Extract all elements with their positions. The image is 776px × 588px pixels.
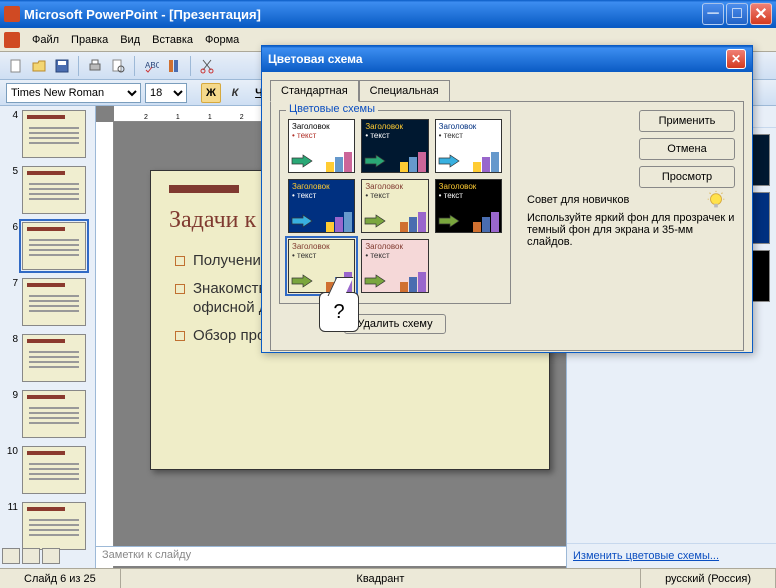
color-scheme-option[interactable]: Заголовок• текст <box>288 179 355 233</box>
lightbulb-icon <box>705 190 727 212</box>
schemes-fieldset: Цветовые схемы Заголовок• текст Заголово… <box>279 110 511 304</box>
slide-thumbnail[interactable]: 5 <box>4 166 91 214</box>
normal-view-button[interactable] <box>2 548 20 564</box>
slideshow-button[interactable] <box>42 548 60 564</box>
color-scheme-option[interactable]: Заголовок• текст <box>435 179 502 233</box>
menu-format[interactable]: Форма <box>199 32 245 48</box>
preview-button[interactable] <box>108 56 128 76</box>
window-title: Microsoft PowerPoint - [Презентация] <box>24 7 700 22</box>
open-button[interactable] <box>29 56 49 76</box>
titlebar: Microsoft PowerPoint - [Презентация] ─ □… <box>0 0 776 28</box>
slide-thumbnail[interactable]: 7 <box>4 278 91 326</box>
color-scheme-option[interactable]: Заголовок• текст <box>288 119 355 173</box>
status-template: Квадрант <box>121 569 641 588</box>
svg-text:ABC: ABC <box>145 61 159 70</box>
menu-edit[interactable]: Правка <box>65 32 114 48</box>
dialog-close-button[interactable]: ✕ <box>726 49 746 69</box>
close-button[interactable]: ✕ <box>750 3 772 25</box>
status-language: русский (Россия) <box>641 569 776 588</box>
dialog-buttons: Применить Отмена Просмотр <box>639 110 735 188</box>
tab-page: Цветовые схемы Заголовок• текст Заголово… <box>270 101 744 351</box>
doc-icon <box>4 32 20 48</box>
spelling-button[interactable]: ABC <box>141 56 161 76</box>
save-button[interactable] <box>52 56 72 76</box>
tab-standard[interactable]: Стандартная <box>270 80 359 102</box>
notes-pane[interactable]: Заметки к слайду <box>96 546 566 566</box>
dialog-tabs: Стандартная Специальная <box>270 80 744 101</box>
slide-thumbnail[interactable]: 6 <box>4 222 91 270</box>
slide-thumbnail[interactable]: 11 <box>4 502 91 550</box>
dialog-titlebar[interactable]: Цветовая схема ✕ <box>262 46 752 72</box>
cancel-button[interactable]: Отмена <box>639 138 735 160</box>
color-scheme-dialog: Цветовая схема ✕ Стандартная Специальная… <box>261 45 753 353</box>
font-name-select[interactable]: Times New Roman <box>6 83 141 103</box>
vertical-ruler <box>96 122 114 568</box>
help-callout[interactable]: ? <box>319 292 359 332</box>
fieldset-legend: Цветовые схемы <box>286 103 378 115</box>
new-button[interactable] <box>6 56 26 76</box>
menu-insert[interactable]: Вставка <box>146 32 199 48</box>
slide-thumbnail[interactable]: 4 <box>4 110 91 158</box>
dialog-title: Цветовая схема <box>268 52 363 66</box>
app-icon <box>4 6 20 22</box>
italic-button[interactable]: К <box>225 83 245 103</box>
apply-button[interactable]: Применить <box>639 110 735 132</box>
slide-panel[interactable]: 4 5 6 7 8 9 10 11 <box>0 106 96 568</box>
preview-button[interactable]: Просмотр <box>639 166 735 188</box>
status-slide-number: Слайд 6 из 25 <box>0 569 121 588</box>
maximize-button[interactable]: □ <box>726 3 748 25</box>
sorter-view-button[interactable] <box>22 548 40 564</box>
color-scheme-option[interactable]: Заголовок• текст <box>361 179 428 233</box>
minimize-button[interactable]: ─ <box>702 3 724 25</box>
font-size-select[interactable]: 18 <box>145 83 187 103</box>
edit-schemes-link[interactable]: Изменить цветовые схемы... <box>567 543 776 568</box>
menu-file[interactable]: Файл <box>26 32 65 48</box>
cut-button[interactable] <box>197 56 217 76</box>
research-button[interactable] <box>164 56 184 76</box>
slide-thumbnail[interactable]: 8 <box>4 334 91 382</box>
tip-body: Используйте яркий фон для прозрачек и те… <box>527 212 737 248</box>
slide-title[interactable]: Задачи к <box>169 207 256 234</box>
color-scheme-option[interactable]: Заголовок• текст <box>361 119 428 173</box>
print-button[interactable] <box>85 56 105 76</box>
color-scheme-option[interactable]: Заголовок• текст <box>361 239 428 293</box>
tip-box: Совет для новичков Используйте яркий фон… <box>527 194 737 248</box>
status-bar: Слайд 6 из 25 Квадрант русский (Россия) <box>0 568 776 588</box>
slide-thumbnail[interactable]: 10 <box>4 446 91 494</box>
menu-view[interactable]: Вид <box>114 32 146 48</box>
slide-thumbnail[interactable]: 9 <box>4 390 91 438</box>
tab-custom[interactable]: Специальная <box>359 80 450 101</box>
slide-accent-bar <box>169 185 239 193</box>
view-buttons <box>2 548 60 566</box>
delete-scheme-button[interactable]: Удалить схему <box>344 314 445 334</box>
color-scheme-option[interactable]: Заголовок• текст <box>435 119 502 173</box>
bold-button[interactable]: Ж <box>201 83 221 103</box>
